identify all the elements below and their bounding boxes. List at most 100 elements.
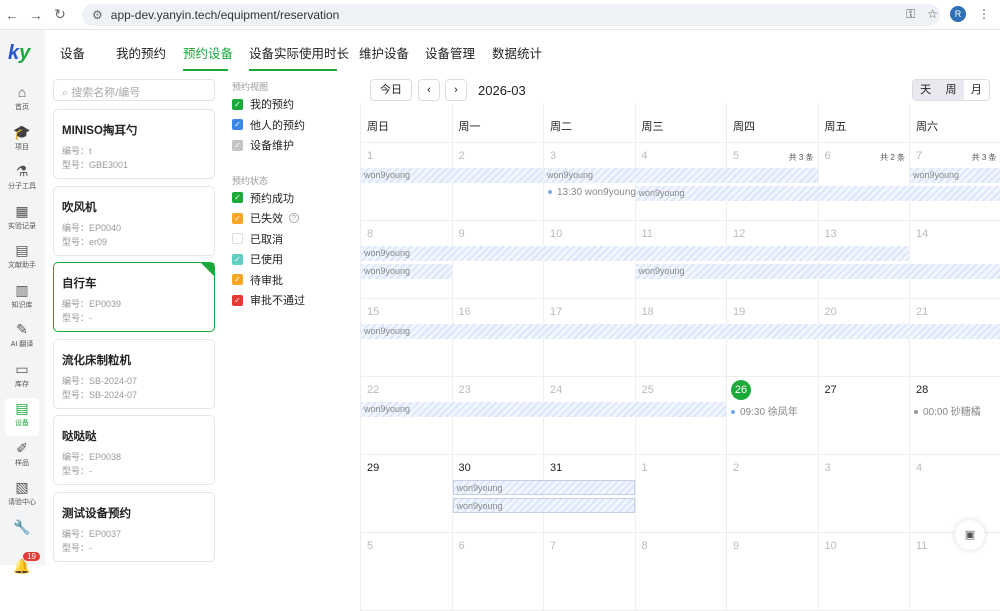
checkbox-icon[interactable]: ✓ <box>232 140 243 151</box>
filter-checkbox[interactable]: ✓审批不通过 <box>232 290 352 311</box>
chat-float-button[interactable]: ▣ <box>955 520 985 550</box>
reservation-bar[interactable]: won9young <box>361 246 909 261</box>
tab-1[interactable]: 我的预约 <box>116 43 166 62</box>
reservation-bar[interactable]: won9young <box>453 480 635 495</box>
nav-item-3[interactable]: ▦实验记录 <box>5 201 39 239</box>
reservation-bar[interactable]: won9young <box>361 168 543 183</box>
day-cell[interactable]: 29 <box>360 455 452 533</box>
checkbox-icon[interactable]: ✓ <box>232 213 243 224</box>
tab-6[interactable]: 数据统计 <box>492 43 542 62</box>
tab-5[interactable]: 设备管理 <box>425 43 475 62</box>
site-info-icon[interactable]: ⚙ <box>92 8 103 22</box>
reservation-bar[interactable]: won9young <box>544 168 818 183</box>
nav-item-1[interactable]: 🎓项目 <box>5 122 39 160</box>
day-cell[interactable]: 14 <box>909 221 1000 299</box>
filter-checkbox[interactable]: ✓设备维护 <box>232 135 352 156</box>
filter-checkbox[interactable]: ✓待审批 <box>232 270 352 291</box>
prev-month-button[interactable]: ‹ <box>418 79 440 101</box>
filter-label: 预约成功 <box>250 190 294 206</box>
filter-checkbox[interactable]: ✓我的预约 <box>232 94 352 115</box>
reservation-bar[interactable]: won9young <box>636 186 1000 201</box>
nav-item-7[interactable]: ▭库存 <box>5 359 39 397</box>
reservation-bar[interactable]: won9young <box>453 498 635 513</box>
tab-2[interactable]: 预约设备 <box>183 43 233 62</box>
nav-icon: ⚗ <box>5 161 39 181</box>
reservation-bar[interactable]: won9young <box>361 324 1000 339</box>
device-card[interactable]: 测试设备预约编号：EP0037型号：- <box>53 492 215 562</box>
reservation-event[interactable]: 00:00 砂糖橘 <box>914 403 981 418</box>
device-card[interactable]: 哒哒哒编号：EP0038型号：- <box>53 415 215 485</box>
day-cell[interactable]: 8 <box>635 533 727 611</box>
day-cell[interactable]: 11 <box>909 533 1000 611</box>
reservation-event[interactable]: 09:30 徐凤年 <box>731 403 798 418</box>
nav-item-10[interactable]: ▧请验中心 <box>5 477 39 515</box>
device-card[interactable]: 吹风机编号：EP0040型号：er09 <box>53 186 215 256</box>
more-events-link[interactable]: 共 3 条 <box>789 152 814 163</box>
nav-item-2[interactable]: ⚗分子工具 <box>5 161 39 199</box>
nav-item-11[interactable]: 🔧 <box>5 517 39 555</box>
reservation-bar[interactable]: won9young <box>361 402 726 417</box>
nav-item-4[interactable]: ▤文献助手 <box>5 240 39 278</box>
day-number: 28 <box>916 384 928 396</box>
day-cell[interactable]: 2 <box>726 455 818 533</box>
nav-item-0[interactable]: ⌂首页 <box>5 82 39 120</box>
tab-0[interactable]: 设备 <box>60 43 85 62</box>
day-cell[interactable]: 7 <box>543 533 635 611</box>
tab-3[interactable]: 设备实际使用时长 <box>249 43 349 62</box>
more-events-link[interactable]: 共 2 条 <box>880 152 905 163</box>
more-events-link[interactable]: 共 3 条 <box>972 152 997 163</box>
tab-4[interactable]: 维护设备 <box>359 43 409 62</box>
checkbox-icon[interactable]: ✓ <box>232 254 243 265</box>
menu-icon[interactable]: ⋮ <box>978 7 990 21</box>
day-cell[interactable]: 9 <box>726 533 818 611</box>
nav-item-8[interactable]: ▤设备 <box>5 398 39 436</box>
day-cell[interactable]: 5 <box>360 533 452 611</box>
checkbox-icon[interactable]: ✓ <box>232 274 243 285</box>
device-model: 型号：er09 <box>62 235 206 249</box>
day-cell[interactable]: 3 <box>818 455 910 533</box>
filter-checkbox[interactable]: ✓已失效? <box>232 208 352 229</box>
nav-item-12[interactable]: 🔔19 <box>5 556 39 594</box>
nav-item-6[interactable]: ✎AI 翻译 <box>5 319 39 357</box>
day-cell[interactable]: 27 <box>818 377 910 455</box>
day-cell[interactable]: 6共 2 条 <box>818 143 910 221</box>
view-option-1[interactable]: 周 <box>938 80 963 100</box>
reservation-event[interactable]: 13:30 won9young <box>548 187 636 198</box>
reservation-bar[interactable]: won9young <box>361 264 452 279</box>
key-icon[interactable]: ⚿ <box>906 7 915 22</box>
checkbox-icon[interactable]: ✓ <box>232 192 243 203</box>
day-cell[interactable]: 10 <box>818 533 910 611</box>
nav-item-9[interactable]: ✐样品 <box>5 438 39 476</box>
view-option-0[interactable]: 天 <box>913 80 938 100</box>
today-button[interactable]: 今日 <box>370 79 412 101</box>
reload-icon[interactable]: ↻ <box>48 6 72 23</box>
forward-icon[interactable]: → <box>24 7 48 23</box>
day-number: 7 <box>916 150 922 162</box>
back-icon[interactable]: ← <box>0 7 24 23</box>
day-cell[interactable]: 4 <box>909 455 1000 533</box>
nav-item-5[interactable]: ▥知识库 <box>5 280 39 318</box>
device-search-input[interactable]: ⌕ 搜索名称/编号 <box>53 79 215 101</box>
address-bar[interactable]: ⚙app-dev.yanyin.tech/equipment/reservati… <box>82 4 940 26</box>
help-icon[interactable]: ? <box>289 213 299 223</box>
next-month-button[interactable]: › <box>445 79 467 101</box>
device-card[interactable]: MINISO掏耳勺编号：t型号：GBE3001 <box>53 109 215 179</box>
checkbox-icon[interactable] <box>232 233 243 244</box>
star-icon[interactable]: ☆ <box>927 7 938 21</box>
reservation-bar[interactable]: won9young <box>636 264 1000 279</box>
filter-checkbox[interactable]: ✓已使用 <box>232 249 352 270</box>
filter-checkbox[interactable]: ✓他人的预约 <box>232 115 352 136</box>
filter-checkbox[interactable]: 已取消 <box>232 229 352 250</box>
checkbox-icon[interactable]: ✓ <box>232 99 243 110</box>
device-card[interactable]: 自行车编号：EP0039型号：- <box>53 262 215 332</box>
filter-checkbox[interactable]: ✓ 预约成功 <box>232 188 352 209</box>
reservation-bar[interactable]: won9young <box>910 168 1000 183</box>
checkbox-icon[interactable]: ✓ <box>232 119 243 130</box>
day-cell[interactable]: 6 <box>452 533 544 611</box>
device-card[interactable]: 流化床制粒机编号：SB-2024-07型号：SB-2024-07 <box>53 339 215 409</box>
device-model: 型号：- <box>62 464 206 478</box>
checkbox-icon[interactable]: ✓ <box>232 295 243 306</box>
day-cell[interactable]: 1 <box>635 455 727 533</box>
profile-avatar[interactable]: R <box>950 6 966 22</box>
view-option-2[interactable]: 月 <box>964 80 989 100</box>
